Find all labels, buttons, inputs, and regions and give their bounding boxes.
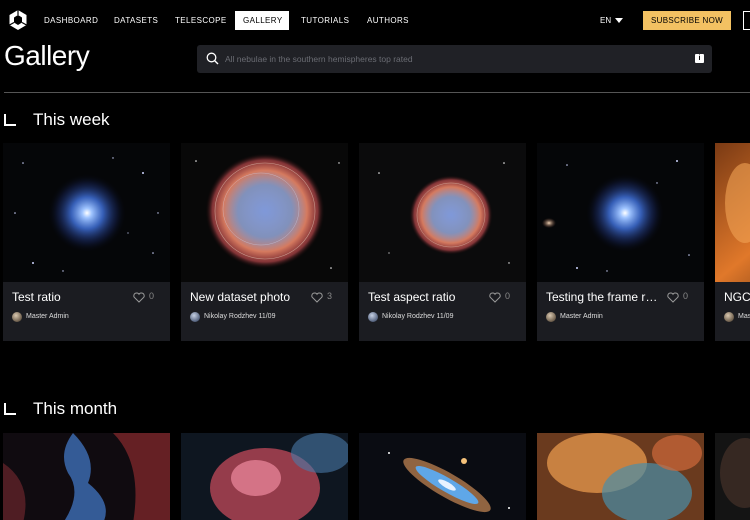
chevron-down-icon xyxy=(615,18,624,24)
gallery-thumbnail[interactable] xyxy=(3,433,170,520)
corner-bracket-icon xyxy=(4,114,16,126)
card-image[interactable] xyxy=(359,143,526,282)
author-name[interactable]: Nikolay Rodzhev 11/09 xyxy=(382,312,453,322)
section-title: This week xyxy=(33,110,110,129)
gallery-card[interactable]: NGC Mas xyxy=(715,143,750,341)
account-button[interactable] xyxy=(743,11,750,30)
heart-icon[interactable] xyxy=(133,292,145,303)
heart-icon[interactable] xyxy=(667,292,679,303)
avatar[interactable] xyxy=(724,312,734,322)
language-selector[interactable]: EN xyxy=(600,11,624,30)
section-header-this-month: This month xyxy=(4,399,204,421)
author-name[interactable]: Master Admin xyxy=(560,312,603,322)
corner-bracket-icon xyxy=(4,403,16,415)
section-title: This month xyxy=(33,399,118,418)
card-title[interactable]: New dataset photo xyxy=(190,290,308,304)
card-title[interactable]: Test aspect ratio xyxy=(368,290,486,304)
gallery-card[interactable]: New dataset photo 3 Nikolay Rodzhev 11/0… xyxy=(181,143,348,341)
nav-item-tutorials[interactable]: TUTORIALS xyxy=(293,11,357,30)
card-title[interactable]: Testing the frame ratio xyxy=(546,290,664,304)
author-name[interactable]: Mas xyxy=(738,312,750,322)
language-label: EN xyxy=(600,16,612,25)
nav-item-gallery[interactable]: GALLERY xyxy=(235,11,289,30)
like-count: 0 xyxy=(149,291,155,301)
page-title: Gallery xyxy=(4,40,90,71)
search-input[interactable]: All nebulae in the southern hemispheres … xyxy=(225,45,413,73)
card-image[interactable] xyxy=(3,143,170,282)
heart-icon[interactable] xyxy=(311,292,323,303)
search-bar[interactable]: All nebulae in the southern hemispheres … xyxy=(197,45,712,73)
subscribe-button[interactable]: SUBSCRIBE NOW xyxy=(643,11,731,30)
gallery-card[interactable]: Test aspect ratio 0 Nikolay Rodzhev 11/0… xyxy=(359,143,526,341)
section-header-this-week: This week xyxy=(4,110,204,132)
gallery-card[interactable]: Testing the frame ratio 0 Master Admin xyxy=(537,143,704,341)
nav-item-authors[interactable]: AUTHORS xyxy=(359,11,417,30)
author-name[interactable]: Nikolay Rodzhev 11/09 xyxy=(204,312,275,322)
avatar[interactable] xyxy=(12,312,22,322)
nav-item-datasets[interactable]: DATASETS xyxy=(106,11,166,30)
info-icon[interactable]: i xyxy=(695,54,704,63)
gallery-thumbnail[interactable] xyxy=(359,433,526,520)
heart-icon[interactable] xyxy=(489,292,501,303)
gallery-thumbnail[interactable] xyxy=(181,433,348,520)
avatar[interactable] xyxy=(368,312,378,322)
like-count: 3 xyxy=(327,291,333,301)
gallery-thumbnail[interactable] xyxy=(715,433,750,520)
like-count: 0 xyxy=(683,291,689,301)
like-count: 0 xyxy=(505,291,511,301)
nav-item-dashboard[interactable]: DASHBOARD xyxy=(36,11,106,30)
card-image[interactable] xyxy=(537,143,704,282)
card-image[interactable] xyxy=(715,143,750,282)
search-icon xyxy=(206,52,219,65)
avatar[interactable] xyxy=(546,312,556,322)
card-title[interactable]: NGC xyxy=(724,290,750,304)
card-title[interactable]: Test ratio xyxy=(12,290,130,304)
divider xyxy=(4,92,750,93)
top-nav: DASHBOARD DATASETS TELESCOPE GALLERY TUT… xyxy=(0,0,750,40)
avatar[interactable] xyxy=(190,312,200,322)
logo-icon[interactable] xyxy=(7,9,29,31)
gallery-page: DASHBOARD DATASETS TELESCOPE GALLERY TUT… xyxy=(0,0,750,520)
card-image[interactable] xyxy=(181,143,348,282)
gallery-thumbnail[interactable] xyxy=(537,433,704,520)
gallery-card[interactable]: Test ratio 0 Master Admin xyxy=(3,143,170,341)
author-name[interactable]: Master Admin xyxy=(26,312,69,322)
nav-item-telescope[interactable]: TELESCOPE xyxy=(167,11,235,30)
